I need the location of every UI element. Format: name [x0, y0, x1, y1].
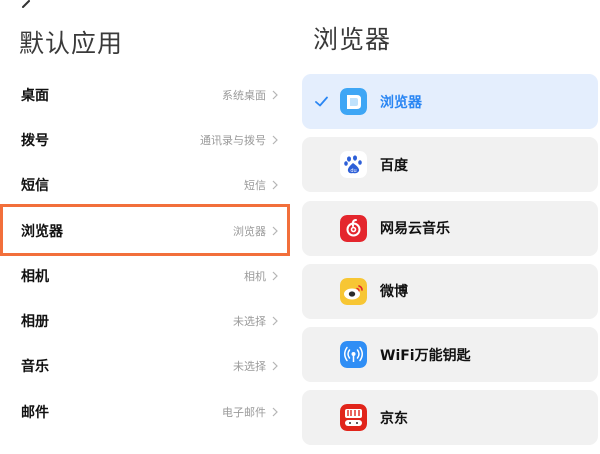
setting-row-camera[interactable]: 相机 相机	[0, 253, 290, 298]
mi-browser-icon	[340, 88, 367, 115]
app-name: 京东	[380, 410, 408, 427]
setting-label: 邮件	[21, 404, 49, 421]
app-name: 微博	[380, 284, 408, 301]
jd-icon	[340, 404, 367, 432]
app-option-baidu[interactable]: du 百度	[302, 137, 598, 193]
app-option-weibo[interactable]: 微博	[302, 263, 598, 319]
back-icon[interactable]	[20, 0, 38, 8]
highlight-frame	[0, 204, 290, 256]
setting-label: 相机	[21, 268, 49, 285]
setting-label: 音乐	[21, 359, 49, 376]
setting-value-text: 短信	[244, 179, 266, 193]
app-name: 百度	[380, 157, 408, 174]
chevron-right-icon	[272, 90, 278, 100]
setting-value-text: 未选择	[233, 360, 266, 374]
setting-row-dialer[interactable]: 拨号 通讯录与拨号	[0, 117, 290, 162]
setting-row-sms[interactable]: 短信 短信	[0, 163, 290, 208]
setting-value: 未选择	[233, 313, 278, 329]
setting-value-text: 相机	[244, 269, 266, 283]
setting-value: 短信	[244, 177, 278, 193]
setting-value-text: 系统桌面	[222, 88, 266, 102]
setting-label: 拨号	[21, 132, 49, 149]
setting-row-gallery[interactable]: 相册 未选择	[0, 298, 290, 343]
app-name: 浏览器	[380, 94, 422, 111]
netease-music-icon	[340, 214, 367, 242]
chevron-right-icon	[272, 271, 278, 281]
app-name: 网易云音乐	[380, 221, 450, 238]
browser-app-list: 浏览器 du 百度 网易云音乐 微博 WiFi万能钥匙 京东	[302, 74, 598, 454]
weibo-icon	[340, 277, 367, 305]
setting-value: 未选择	[233, 358, 278, 374]
page-title: 默认应用	[19, 29, 124, 58]
setting-value: 通讯录与拨号	[200, 132, 278, 148]
app-option-wifi-key[interactable]: WiFi万能钥匙	[302, 327, 598, 383]
setting-value: 系统桌面	[222, 87, 278, 103]
setting-value-text: 未选择	[233, 315, 266, 329]
setting-row-music[interactable]: 音乐 未选择	[0, 344, 290, 389]
chevron-right-icon	[272, 316, 278, 326]
chevron-right-icon	[272, 361, 278, 371]
app-option-jd[interactable]: 京东	[302, 390, 598, 446]
setting-row-mail[interactable]: 邮件 电子邮件	[0, 389, 290, 434]
setting-label: 短信	[21, 178, 49, 195]
panel-title: 浏览器	[313, 25, 392, 54]
wifi-key-icon	[340, 341, 367, 369]
app-option-mi-browser[interactable]: 浏览器	[302, 74, 598, 129]
check-icon	[315, 96, 328, 107]
setting-value-text: 电子邮件	[222, 405, 266, 419]
chevron-right-icon	[272, 407, 278, 417]
chevron-right-icon	[272, 135, 278, 145]
setting-label: 桌面	[21, 87, 49, 104]
setting-row-desktop[interactable]: 桌面 系统桌面	[0, 72, 290, 117]
setting-value-text: 通讯录与拨号	[200, 133, 266, 147]
setting-value: 相机	[244, 268, 278, 284]
app-option-netease-music[interactable]: 网易云音乐	[302, 200, 598, 256]
svg-text:du: du	[350, 168, 356, 174]
setting-value: 电子邮件	[222, 404, 278, 420]
chevron-right-icon	[272, 180, 278, 190]
app-name: WiFi万能钥匙	[380, 347, 471, 364]
baidu-icon: du	[340, 151, 367, 179]
setting-label: 相册	[21, 314, 49, 331]
